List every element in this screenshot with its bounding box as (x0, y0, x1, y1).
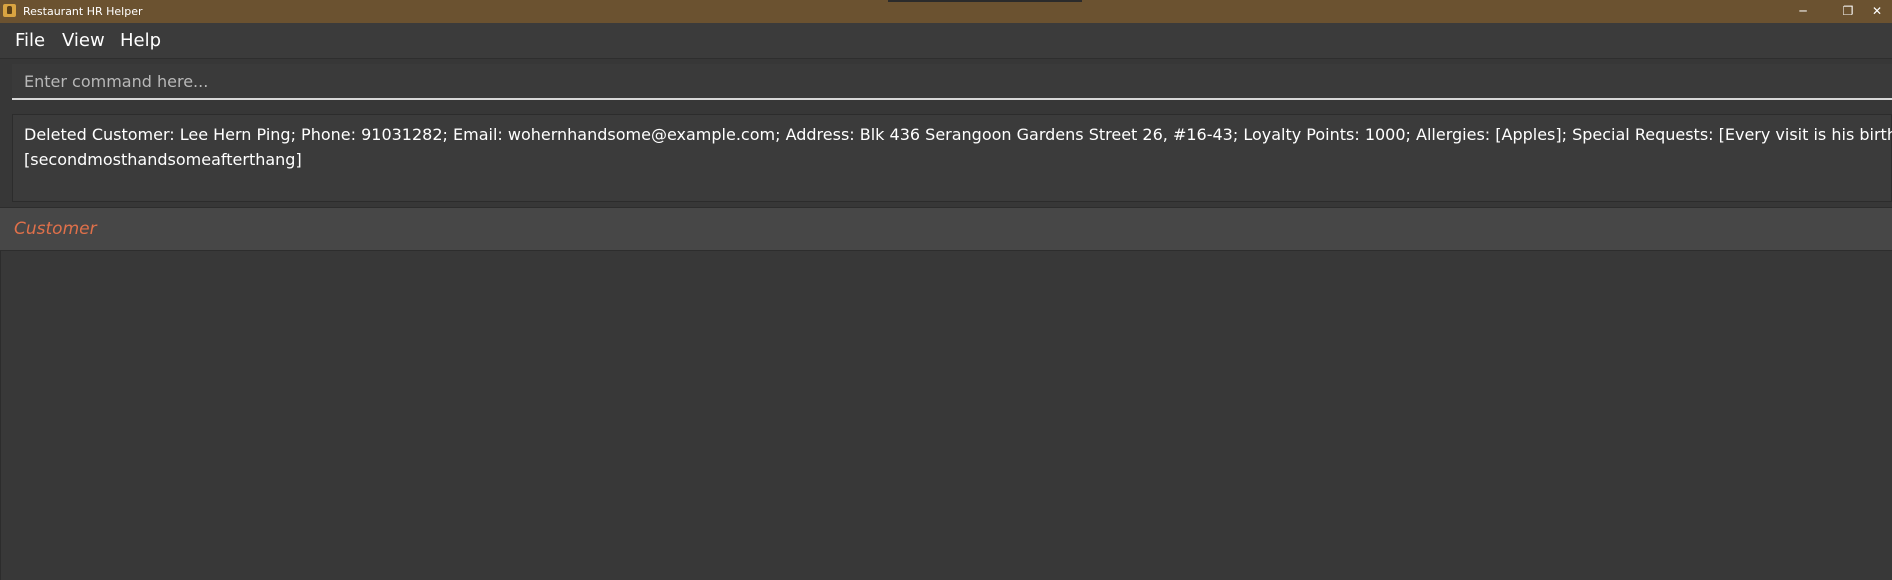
result-line-2: [secondmosthandsomeafterthang] (24, 150, 302, 169)
window-titlebar: Restaurant HR Helper ─ ❐ ✕ (0, 0, 1892, 23)
menu-file[interactable]: File (15, 30, 45, 52)
command-input[interactable] (12, 64, 1892, 98)
customer-list-title: Customer (14, 219, 97, 239)
customer-list[interactable] (0, 251, 1892, 580)
titlebar-notch (888, 0, 1082, 2)
result-line-1: Deleted Customer: Lee Hern Ping; Phone: … (24, 125, 1892, 144)
restaurant-app-icon (3, 4, 16, 17)
result-message: Deleted Customer: Lee Hern Ping; Phone: … (24, 122, 1892, 172)
command-box (12, 64, 1892, 100)
minimize-button[interactable]: ─ (1781, 0, 1825, 23)
window-title: Restaurant HR Helper (23, 5, 143, 18)
customer-list-header: Customer (0, 207, 1892, 251)
menu-help[interactable]: Help (120, 30, 161, 52)
restore-button[interactable]: ❐ (1826, 0, 1870, 23)
close-button[interactable]: ✕ (1870, 0, 1892, 23)
result-display: Deleted Customer: Lee Hern Ping; Phone: … (12, 114, 1892, 202)
menu-view[interactable]: View (62, 30, 105, 52)
list-left-border (0, 251, 1, 580)
menu-bar: File View Help (0, 23, 1892, 59)
